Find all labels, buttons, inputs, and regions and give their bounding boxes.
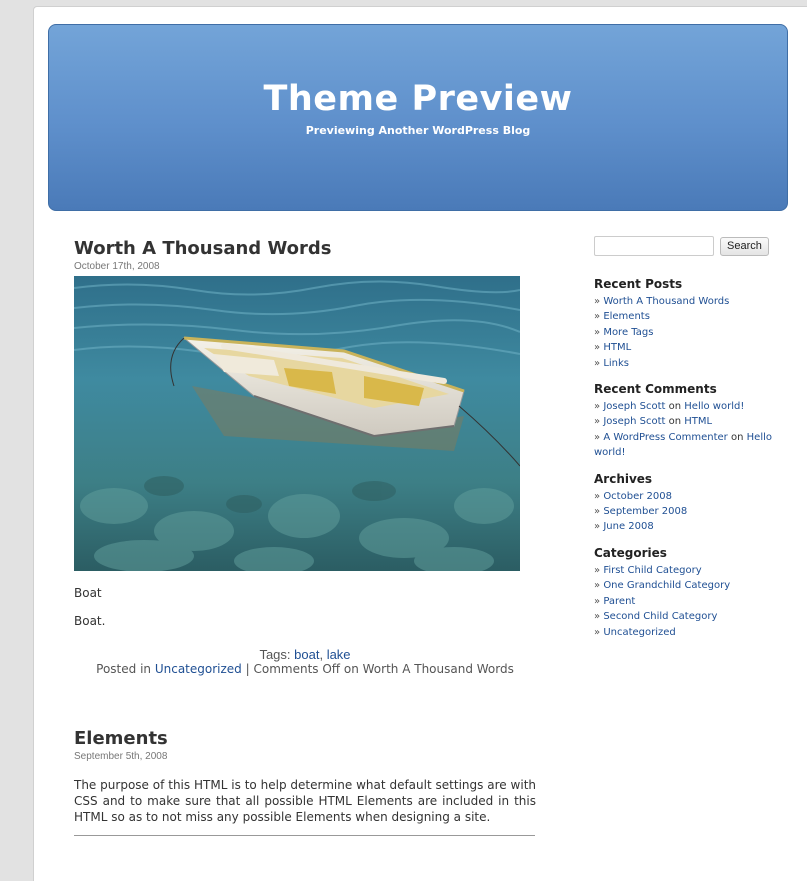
list-item: » October 2008: [594, 489, 784, 504]
tag-link-lake[interactable]: lake: [327, 647, 351, 662]
bullet: »: [594, 611, 601, 623]
sidebar: Search Recent Posts » Worth A Thousand W…: [594, 236, 784, 640]
category-link-uncategorized[interactable]: Uncategorized: [155, 662, 242, 676]
blog-header: Theme Preview Previewing Another WordPre…: [48, 24, 788, 211]
meta-separator: |: [245, 662, 250, 676]
bullet: »: [594, 626, 601, 638]
list-item: » June 2008: [594, 519, 784, 534]
bullet: »: [594, 595, 601, 607]
bullet: »: [594, 416, 601, 428]
bullet: »: [594, 521, 601, 533]
recent-post-link[interactable]: Worth A Thousand Words: [603, 296, 729, 307]
list-item: » Elements: [594, 309, 784, 324]
on-text: on: [668, 416, 682, 428]
recent-post-link[interactable]: More Tags: [603, 327, 653, 338]
post-body: Boat.: [74, 614, 106, 628]
categories-widget: Categories » First Child Category » One …: [594, 545, 784, 640]
bullet: »: [594, 401, 601, 413]
comment-post-link[interactable]: Hello world!: [684, 401, 744, 412]
category-link[interactable]: Uncategorized: [603, 627, 675, 638]
post-meta: Tags: boat, lake Posted in Uncategorized…: [74, 647, 536, 677]
bullet: »: [594, 342, 601, 354]
list-item: » Joseph Scott on Hello world!: [594, 399, 784, 414]
bullet: »: [594, 490, 601, 502]
post-title[interactable]: Worth A Thousand Words: [74, 237, 536, 261]
bullet: »: [594, 357, 601, 369]
blog-title[interactable]: Theme Preview: [49, 77, 787, 121]
posted-in-label: Posted in: [96, 662, 152, 676]
list-item: » One Grandchild Category: [594, 578, 784, 593]
archives-widget: Archives » October 2008 » September 2008…: [594, 471, 784, 535]
bullet: »: [594, 311, 601, 323]
list-item: » More Tags: [594, 325, 784, 340]
archives-heading: Archives: [594, 471, 653, 486]
recent-comments-widget: Recent Comments » Joseph Scott on Hello …: [594, 381, 784, 461]
tags-label: Tags:: [259, 647, 291, 662]
image-caption: Boat: [74, 586, 102, 600]
recent-posts-heading: Recent Posts: [594, 277, 683, 291]
on-text: on: [730, 431, 744, 443]
post-categories: Posted in Uncategorized | Comments Off o…: [74, 662, 536, 677]
list-item: » Second Child Category: [594, 609, 784, 624]
list-item: » First Child Category: [594, 563, 784, 578]
list-item: » Joseph Scott on HTML: [594, 414, 784, 429]
list-item: » Worth A Thousand Words: [594, 294, 784, 309]
list-item: » Uncategorized: [594, 625, 784, 640]
bullet: »: [594, 326, 601, 338]
recent-comments-heading: Recent Comments: [594, 382, 717, 397]
category-link[interactable]: Parent: [603, 596, 635, 607]
bullet: »: [594, 506, 601, 518]
comment-author-link[interactable]: Joseph Scott: [603, 416, 665, 427]
tag-separator: ,: [319, 647, 327, 662]
recent-post-link[interactable]: Elements: [603, 311, 650, 322]
archive-link[interactable]: September 2008: [603, 506, 687, 517]
post-tags: Tags: boat, lake: [74, 647, 536, 662]
list-item: » HTML: [594, 340, 784, 355]
comment-author-link[interactable]: Joseph Scott: [603, 401, 665, 412]
search-form: Search: [594, 236, 784, 256]
tag-link-boat[interactable]: boat: [294, 647, 319, 662]
post-divider: [74, 835, 535, 836]
recent-post-link[interactable]: Links: [603, 358, 629, 369]
list-item: » A WordPress Commenter on Hello world!: [594, 430, 784, 461]
bullet: »: [594, 580, 601, 592]
comment-author-link[interactable]: A WordPress Commenter: [603, 432, 727, 443]
list-item: » Links: [594, 356, 784, 371]
bullet: »: [594, 564, 601, 576]
recent-post-link[interactable]: HTML: [603, 342, 631, 353]
on-text: on: [668, 401, 682, 413]
comments-status: Comments Off on Worth A Thousand Words: [253, 662, 514, 676]
page-container: Theme Preview Previewing Another WordPre…: [33, 6, 807, 881]
category-link[interactable]: One Grandchild Category: [603, 580, 730, 591]
category-link[interactable]: First Child Category: [603, 565, 701, 576]
categories-heading: Categories: [594, 545, 667, 560]
comment-post-link[interactable]: HTML: [684, 416, 712, 427]
blog-description: Previewing Another WordPress Blog: [305, 124, 531, 137]
list-item: » Parent: [594, 594, 784, 609]
search-input[interactable]: [594, 236, 714, 256]
bullet: »: [594, 296, 601, 307]
list-item: » September 2008: [594, 504, 784, 519]
post-title[interactable]: Elements: [74, 727, 536, 751]
category-link[interactable]: Second Child Category: [603, 611, 717, 622]
archive-link[interactable]: October 2008: [603, 491, 672, 502]
search-button[interactable]: Search: [720, 236, 769, 256]
post-excerpt: The purpose of this HTML is to help dete…: [74, 778, 536, 824]
recent-posts-widget: Recent Posts » Worth A Thousand Words » …: [594, 276, 784, 371]
post-date: September 5th, 2008: [74, 751, 168, 762]
post-date: October 17th, 2008: [74, 261, 160, 272]
archive-link[interactable]: June 2008: [603, 521, 653, 532]
post-worth-a-thousand-words: Worth A Thousand Words October 17th, 200…: [74, 237, 536, 677]
boat-photo: [74, 276, 520, 571]
post-elements: Elements September 5th, 2008 The purpose…: [74, 727, 536, 836]
bullet: »: [594, 431, 601, 443]
